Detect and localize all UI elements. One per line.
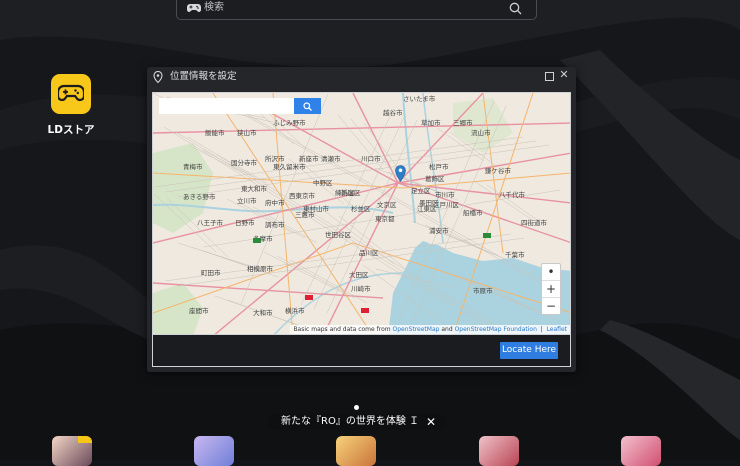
map-place-label: 市川市 [435,190,455,199]
map-place-label: 三鷹市 [295,210,315,219]
map-attribution: Basic maps and data come from OpenStreet… [290,325,570,334]
map-view[interactable]: さいたま市 越谷市ふじみ野市 草加市 三郷市 流山市 飯能市 狭山市所沢市 清瀬市 新座市 川口市… [152,92,571,335]
map-place-label: 新宿区 [341,188,361,197]
maximize-icon[interactable] [545,72,554,81]
map-place-label: 鎌ケ谷市 [485,166,512,175]
map-place-label: 三郷市 [453,118,473,127]
map-place-label: 座間市 [189,306,209,315]
dialog-footer: Locate Here [152,335,571,367]
game-thumbnail[interactable] [52,436,92,466]
map-tiles: さいたま市越谷市ふじみ野市 草加市 三郷市流山市 飯能市 狭山市所沢市 清瀬市新座市 川口市… [153,93,570,334]
map-place-label: 市原市 [473,286,493,295]
zoom-out-button[interactable]: − [542,298,560,314]
map-place-label: 相模原市 [247,264,274,273]
map-place-label: 大田区 [349,270,369,279]
map-place-label: 足立区 [411,186,431,195]
map-place-label: 東大和市 [241,184,268,193]
map-place-label: 青梅市 [183,162,203,171]
osmf-link[interactable]: OpenStreetMap Foundation [455,326,537,333]
map-place-label: 船橋市 [463,208,483,217]
locate-me-button[interactable]: • [542,264,560,281]
map-place-label: 四街道市 [521,218,548,227]
map-place-label: 中野区 [313,178,333,187]
map-place-label: 世田谷区 [325,230,352,239]
map-place-label: 川崎市 [351,284,371,293]
map-place-label: 大和市 [253,308,273,317]
map-search-input[interactable] [159,98,294,114]
search-icon[interactable] [509,2,522,15]
map-place-label: 東久留米市 [273,162,306,171]
pc-badge [78,436,92,443]
dialog-titlebar: 位置情報を設定 ✕ [147,67,576,87]
map-place-label: 八千代市 [499,190,526,199]
map-search-button[interactable] [294,98,321,114]
map-place-label: 江東区 [417,204,437,213]
location-pin-icon [153,71,163,83]
map-place-label: 清瀬市 [321,154,341,163]
promo-banner[interactable]: 新たな『RO』の世界を体験 Ｉ ✕ [268,414,446,430]
map-place-label: 日野市 [235,218,255,227]
map-place-label: 品川区 [359,249,379,257]
map-place-label: 町田市 [201,268,221,277]
map-place-label: 所沢市 [265,154,285,163]
map-place-label: 国分寺市 [231,158,258,167]
search-icon [303,101,312,111]
location-dialog: 位置情報を設定 ✕ さいたま市 越谷市 ふじみ野市 草加市 三郷市 流山市 飯能… [147,67,576,372]
map-place-label: 八王子市 [197,218,224,227]
map-place-label: 草加市 [421,118,441,127]
map-place-label: さいたま市 [403,94,436,103]
leaflet-link[interactable]: Leaflet [547,326,567,333]
map-marker-icon [395,165,406,183]
game-thumbnail[interactable] [621,436,661,466]
game-thumbnail[interactable] [194,436,234,466]
map-place-label: 東京都 [375,214,395,223]
map-place-label: 越谷市 [383,108,403,117]
map-place-label: 葛飾区 [425,174,445,183]
banner-text: 新たな『RO』の世界を体験 Ｉ [281,416,419,427]
map-place-label: 浦安市 [429,226,449,235]
map-place-label: 川口市 [361,154,381,163]
search-placeholder: 検索 [204,2,224,13]
map-place-label: 千葉市 [505,250,525,259]
map-place-label: 狭山市 [237,128,257,137]
attribution-prefix: Basic maps and data come from [293,326,391,333]
banner-close-icon[interactable]: ✕ [426,414,436,430]
map-place-label: 杉並区 [351,204,371,213]
map-place-label: 流山市 [471,128,491,137]
map-place-label: 文京区 [377,200,397,209]
ld-store-app[interactable]: LDストア [45,74,97,137]
map-place-label: 横浜市 [285,306,305,315]
ld-store-icon [51,74,91,114]
map-place-label: 飯能市 [205,128,225,137]
search-input[interactable]: 検索 [176,0,537,20]
dialog-title: 位置情報を設定 [170,71,237,82]
game-thumbnail[interactable] [479,436,519,466]
map-place-label: 調布市 [265,220,285,229]
map-place-label: 江戸川区 [433,201,460,209]
map-zoom-control: • + − [541,263,561,315]
zoom-in-button[interactable]: + [542,281,560,298]
app-label: LDストア [47,124,95,136]
map-place-label: 松戸市 [429,162,449,171]
game-thumbnail[interactable] [336,436,376,466]
page-indicator-dot[interactable] [354,405,359,410]
map-place-label: 新座市 [299,154,319,163]
map-place-label: 西東京市 [289,191,316,200]
map-place-label: あきる野市 [183,192,216,201]
map-place-label: 府中市 [265,198,285,207]
locate-here-button[interactable]: Locate Here [500,342,558,359]
gamepad-icon [187,4,201,12]
map-place-label: 立川市 [237,196,257,205]
attribution-and: and [441,326,453,333]
osm-link[interactable]: OpenStreetMap [393,326,440,333]
map-place-label: ふじみ野市 [273,118,306,127]
close-icon[interactable]: ✕ [558,69,570,81]
